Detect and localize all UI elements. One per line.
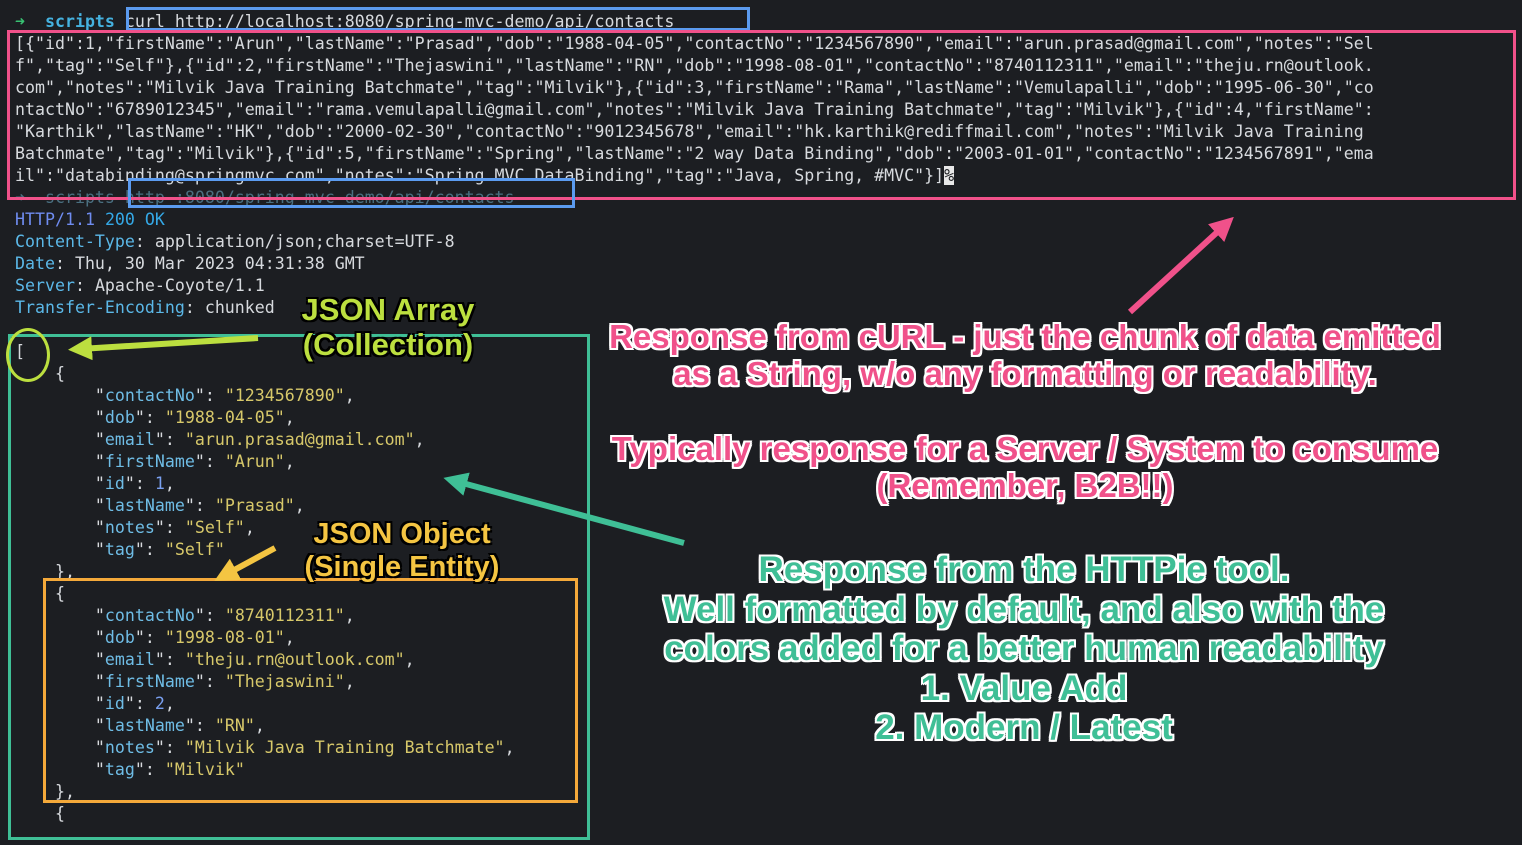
httpie-explanation: Response from the HTTPie tool. Well form…: [663, 550, 1385, 748]
json-object-label: JSON Object (Single Entity): [304, 518, 500, 583]
arrow-to-json-object: [214, 545, 277, 581]
arrow-to-array-bracket: [68, 335, 259, 361]
arrow-to-curl-output: [1127, 216, 1234, 315]
json-array-label: JSON Array (Collection): [301, 292, 475, 363]
curl-explanation: Response from cURL - just the chunk of d…: [609, 318, 1441, 505]
screenshot-frame: ➜ scripts curl http://localhost:8080/spr…: [0, 0, 1522, 845]
